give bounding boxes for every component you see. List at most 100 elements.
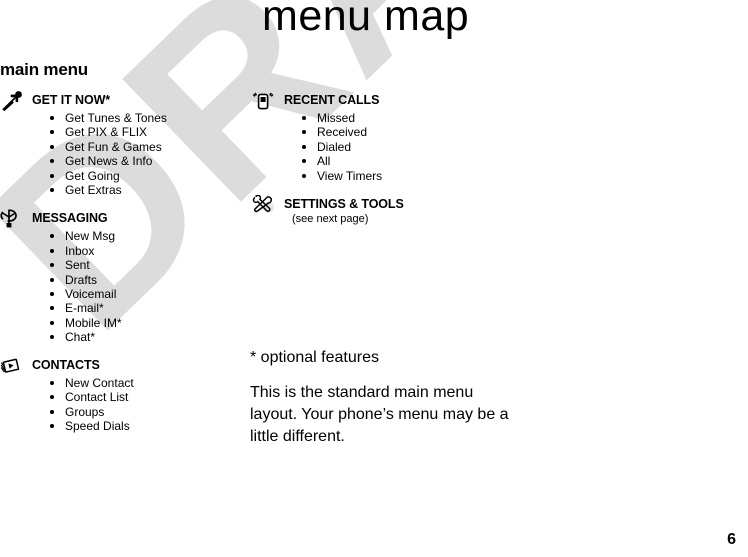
list-item[interactable]: Get Tunes & Tones <box>0 111 230 125</box>
menu-group-title: CONTACTS <box>32 357 100 372</box>
menu-group-get-it-now: GET IT NOW* Get Tunes & Tones Get PIX & … <box>0 91 230 197</box>
list-item-label: Get Tunes & Tones <box>65 111 167 125</box>
menu-group-title: SETTINGS & TOOLS <box>284 197 404 212</box>
list-item[interactable]: Chat* <box>0 330 230 344</box>
menu-group-header: CONTACTS <box>0 357 230 375</box>
bullet-icon <box>302 116 306 120</box>
manual-page: DRAFT menu map main menu GET IT NOW* <box>0 0 748 557</box>
bullet-icon <box>50 173 54 178</box>
list-item[interactable]: Missed <box>252 111 492 125</box>
menu-group-header: GET IT NOW* <box>0 91 230 111</box>
notes-block: * optional features This is the standard… <box>250 348 510 448</box>
list-item-label: Groups <box>65 404 105 419</box>
section-label-main-menu: main menu <box>0 60 88 79</box>
menu-group-title: GET IT NOW* <box>32 93 111 107</box>
list-item-label: Sent <box>65 258 90 273</box>
page-number: 6 <box>727 531 736 548</box>
list-item-label: Drafts <box>65 272 98 287</box>
menu-group-header: RECENT CALLS <box>252 92 492 110</box>
menu-group-recent-calls: RECENT CALLS Missed Received Dialed All … <box>252 92 492 183</box>
list-item-label: Get Extras <box>65 183 122 198</box>
list-item[interactable]: Groups <box>0 405 230 419</box>
menu-item-list: New Contact Contact List Groups Speed Di… <box>0 376 230 434</box>
list-item[interactable]: Get PIX & FLIX <box>0 125 230 139</box>
bullet-icon <box>50 248 54 253</box>
menu-group-settings-and-tools: SETTINGS & TOOLS (see next page) <box>252 195 492 226</box>
list-item-label: Dialed <box>317 139 352 154</box>
optional-features-note: * optional features <box>250 349 379 366</box>
menu-group-title: MESSAGING <box>32 211 108 226</box>
bullet-icon <box>50 188 54 193</box>
menu-group-messaging: MESSAGING New Msg Inbox Sent Drafts Voic… <box>0 209 230 344</box>
menu-group-header: MESSAGING <box>0 209 230 229</box>
list-item[interactable]: Get Going <box>0 169 230 183</box>
list-item-label: New Msg <box>65 229 116 244</box>
list-item[interactable]: Sent <box>0 258 230 272</box>
bullet-icon <box>50 395 54 400</box>
list-item-label: Get PIX & FLIX <box>65 125 148 140</box>
list-item[interactable]: Get Extras <box>0 183 230 197</box>
list-item-label: Chat* <box>65 330 96 345</box>
menu-item-list: New Msg Inbox Sent Drafts Voicemail E-ma… <box>0 229 230 344</box>
list-item[interactable]: Contact List <box>0 390 230 404</box>
bullet-icon <box>50 335 54 340</box>
bullet-icon <box>50 423 54 428</box>
list-item[interactable]: All <box>252 154 492 168</box>
menu-group-contacts: CONTACTS New Contact Contact List Groups… <box>0 357 230 434</box>
menu-column-right: RECENT CALLS Missed Received Dialed All … <box>252 92 492 236</box>
envelope-message-icon <box>0 209 24 229</box>
bullet-icon <box>50 306 54 311</box>
list-item[interactable]: View Timers <box>252 169 492 183</box>
bullet-icon <box>302 144 306 149</box>
list-item-label: Received <box>317 125 368 140</box>
mobile-phone-signal-icon <box>252 91 276 111</box>
bullet-icon <box>302 130 306 135</box>
bullet-icon <box>50 234 54 239</box>
bullet-icon <box>50 263 54 268</box>
menu-group-note: (see next page) <box>292 213 369 226</box>
contact-cards-icon <box>0 356 24 376</box>
list-item[interactable]: E-mail* <box>0 301 230 315</box>
list-item[interactable]: Dialed <box>252 140 492 154</box>
list-item[interactable]: Get News & Info <box>0 154 230 168</box>
tools-hammer-wrench-icon <box>252 195 276 215</box>
bullet-icon <box>50 130 54 135</box>
bullet-icon <box>50 320 54 325</box>
bullet-icon <box>50 409 54 414</box>
bullet-icon <box>50 292 54 297</box>
list-item[interactable]: New Contact <box>0 376 230 390</box>
menu-item-list: Get Tunes & Tones Get PIX & FLIX Get Fun… <box>0 111 230 197</box>
list-item-label: Get Fun & Games <box>65 139 162 154</box>
list-item-label: New Contact <box>65 375 134 390</box>
list-item-label: Get Going <box>65 168 120 183</box>
list-item[interactable]: Received <box>252 125 492 139</box>
list-item-label: Get News & Info <box>65 154 153 169</box>
bullet-icon <box>302 173 306 178</box>
layout-disclaimer-note: This is the standard main menu layout. Y… <box>250 384 509 445</box>
list-item-label: Inbox <box>65 243 95 258</box>
list-item[interactable]: Speed Dials <box>0 419 230 433</box>
bullet-icon <box>302 159 306 164</box>
list-item[interactable]: Voicemail <box>0 287 230 301</box>
page-content: menu map main menu GET IT NOW* Get Tunes… <box>0 0 748 557</box>
list-item-label: View Timers <box>317 168 383 183</box>
list-item-label: E-mail* <box>65 301 104 316</box>
list-item[interactable]: Inbox <box>0 244 230 258</box>
list-item-label: Speed Dials <box>65 418 130 433</box>
list-item[interactable]: Mobile IM* <box>0 316 230 330</box>
list-item-label: All <box>317 154 331 169</box>
menu-group-title: RECENT CALLS <box>284 93 380 107</box>
list-item[interactable]: Drafts <box>0 273 230 287</box>
list-item[interactable]: New Msg <box>0 229 230 243</box>
bullet-icon <box>50 277 54 282</box>
arrow-up-right-dot-icon <box>0 91 24 111</box>
bullet-icon <box>50 116 54 120</box>
list-item-label: Missed <box>317 111 356 125</box>
menu-column-left: GET IT NOW* Get Tunes & Tones Get PIX & … <box>0 91 230 443</box>
list-item-label: Contact List <box>65 390 129 405</box>
list-item[interactable]: Get Fun & Games <box>0 140 230 154</box>
bullet-icon <box>50 144 54 149</box>
page-title: menu map <box>262 0 470 40</box>
list-item-label: Voicemail <box>65 287 117 302</box>
menu-item-list: Missed Received Dialed All View Timers <box>252 111 492 183</box>
